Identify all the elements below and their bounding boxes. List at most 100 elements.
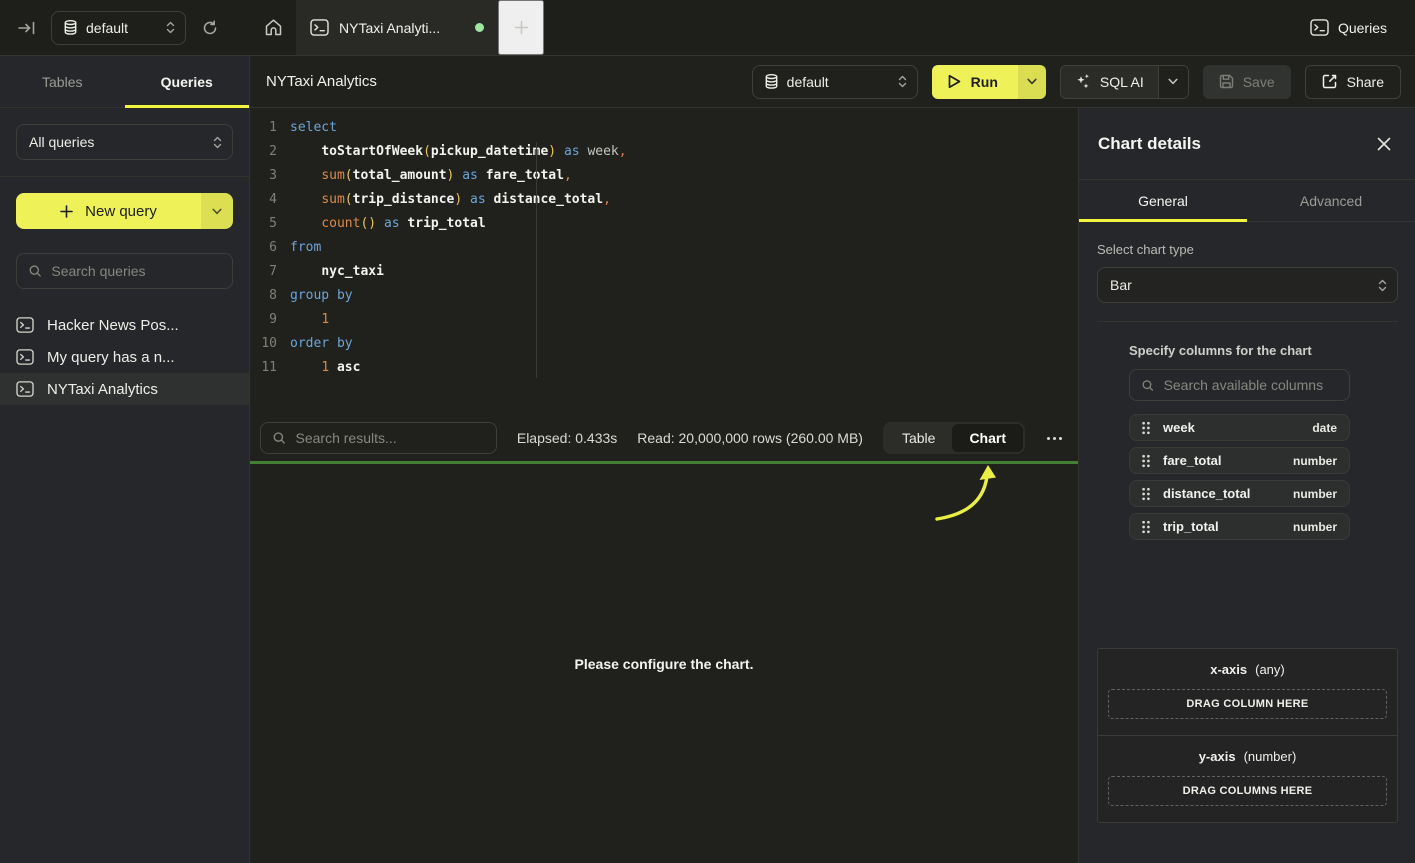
column-type: number [1293,487,1337,501]
panel-divider [1097,321,1398,322]
code-text: select [290,116,337,140]
updown-chevron-icon [1378,279,1387,292]
save-button[interactable]: Save [1203,65,1291,99]
close-panel-button[interactable] [1377,137,1391,151]
sidebar-tabs: Tables Queries [0,56,250,107]
code-text: order by [290,332,353,356]
chart-canvas: Please configure the chart. [250,464,1078,863]
refresh-button[interactable] [202,20,218,36]
query-filter-select[interactable]: All queries [16,124,233,160]
share-button[interactable]: Share [1305,65,1401,99]
sql-ai-options-button[interactable] [1158,66,1188,98]
code-line: 2 toStartOfWeek(pickup_datetime) as week… [250,140,1078,164]
query-search-input[interactable] [51,263,220,279]
sql-editor[interactable]: 1select2 toStartOfWeek(pickup_datetime) … [250,108,1078,415]
columns-list: weekdatefare_totalnumberdistance_totalnu… [1129,414,1350,540]
share-label: Share [1347,74,1384,90]
database-icon [765,74,778,89]
results-search-input[interactable] [296,430,484,446]
sql-ai-label: SQL AI [1100,74,1144,90]
line-number: 7 [250,260,290,284]
x-axis-drop-zone[interactable]: DRAG COLUMN HERE [1108,689,1387,719]
tab-title: NYTaxi Analyti... [339,20,465,36]
more-options-icon [1047,437,1050,440]
sparkles-icon [1075,73,1091,90]
tab-general-label: General [1138,193,1188,209]
query-item-label: Hacker News Pos... [47,317,179,334]
tab-tables[interactable]: Tables [0,56,125,107]
tab-advanced[interactable]: Advanced [1247,180,1415,221]
new-tab-button[interactable] [498,0,544,55]
column-name: fare_total [1163,453,1222,468]
query-search-section [0,245,249,305]
query-list-item[interactable]: NYTaxi Analytics [0,373,249,405]
columns-label: Specify columns for the chart [1129,343,1350,358]
page-title: NYTaxi Analytics [266,73,377,90]
more-options-button[interactable] [1045,431,1064,446]
query-header: NYTaxi Analytics default Run [250,56,1415,107]
x-axis-label: x-axis [1210,662,1247,677]
database-selector-value: default [86,20,157,36]
search-icon [1142,379,1154,392]
x-axis-section: x-axis (any) DRAG COLUMN HERE [1098,649,1397,735]
column-type: number [1293,520,1337,534]
line-number: 8 [250,284,290,308]
chart-empty-message: Please configure the chart. [575,656,754,672]
new-query-button[interactable]: New query [16,193,201,229]
code-text: 1 asc [290,356,360,380]
queries-menu-button[interactable]: Queries [1310,19,1387,36]
run-database-selector[interactable]: default [752,65,918,99]
unsaved-changes-dot [475,23,484,32]
column-row[interactable]: trip_totalnumber [1129,513,1350,540]
new-query-section: New query [0,177,249,245]
view-toggle-chart[interactable]: Chart [952,424,1023,452]
drag-handle-icon [1141,421,1151,435]
code-text: sum(trip_distance) as distance_total, [290,188,611,212]
code-line: 6from [250,236,1078,260]
share-icon [1322,74,1337,89]
tab-general[interactable]: General [1079,180,1247,221]
sql-ai-button[interactable]: SQL AI [1061,66,1158,98]
main-area: 1select2 toStartOfWeek(pickup_datetime) … [250,108,1078,863]
y-axis-drop-zone[interactable]: DRAG COLUMNS HERE [1108,776,1387,806]
query-list-item[interactable]: Hacker News Pos... [0,309,249,341]
column-row[interactable]: distance_total number [1129,480,1350,507]
code-line: 10order by [250,332,1078,356]
run-options-button[interactable] [1018,65,1046,99]
terminal-icon [16,381,34,397]
line-number: 2 [250,140,290,164]
chart-type-select[interactable]: Bar [1097,267,1398,303]
header-actions: default Run SQL AI [752,65,1401,99]
drag-handle-icon [1141,487,1151,501]
top-bar: default NYTaxi Analyti... Queri [0,0,1415,56]
terminal-icon [1310,19,1329,36]
database-selector[interactable]: default [51,11,186,45]
query-list-item[interactable]: My query has a n... [0,341,249,373]
column-name: week [1163,420,1195,435]
new-query-options-button[interactable] [201,193,233,229]
code-line: 4 sum(trip_distance) as distance_total, [250,188,1078,212]
tab-nytaxi-analytics[interactable]: NYTaxi Analyti... [296,0,498,55]
run-button[interactable]: Run [932,65,1018,99]
indent-guide [536,142,537,378]
plus-icon [60,205,73,218]
queries-menu-label: Queries [1338,20,1387,36]
view-toggle-table[interactable]: Table [885,424,952,452]
collapse-sidebar-button[interactable] [18,21,35,35]
columns-group: Specify columns for the chart week date fa… [1129,343,1350,540]
column-row[interactable]: fare_totalnumber [1129,447,1350,474]
columns-search-input[interactable] [1164,377,1337,393]
chevron-down-icon [1027,78,1037,85]
column-row[interactable]: week date [1129,414,1350,441]
sql-ai-split-button: SQL AI [1060,65,1189,99]
column-type: date [1312,421,1337,435]
column-name: distance_total [1163,486,1250,501]
search-icon [29,264,41,278]
home-button[interactable] [250,0,296,55]
tab-queries[interactable]: Queries [125,56,250,107]
tab-tables-label: Tables [42,74,82,90]
chart-details-title: Chart details [1098,134,1201,154]
columns-search-box [1129,369,1350,401]
query-item-label: NYTaxi Analytics [47,381,158,398]
updown-chevron-icon [166,21,175,34]
